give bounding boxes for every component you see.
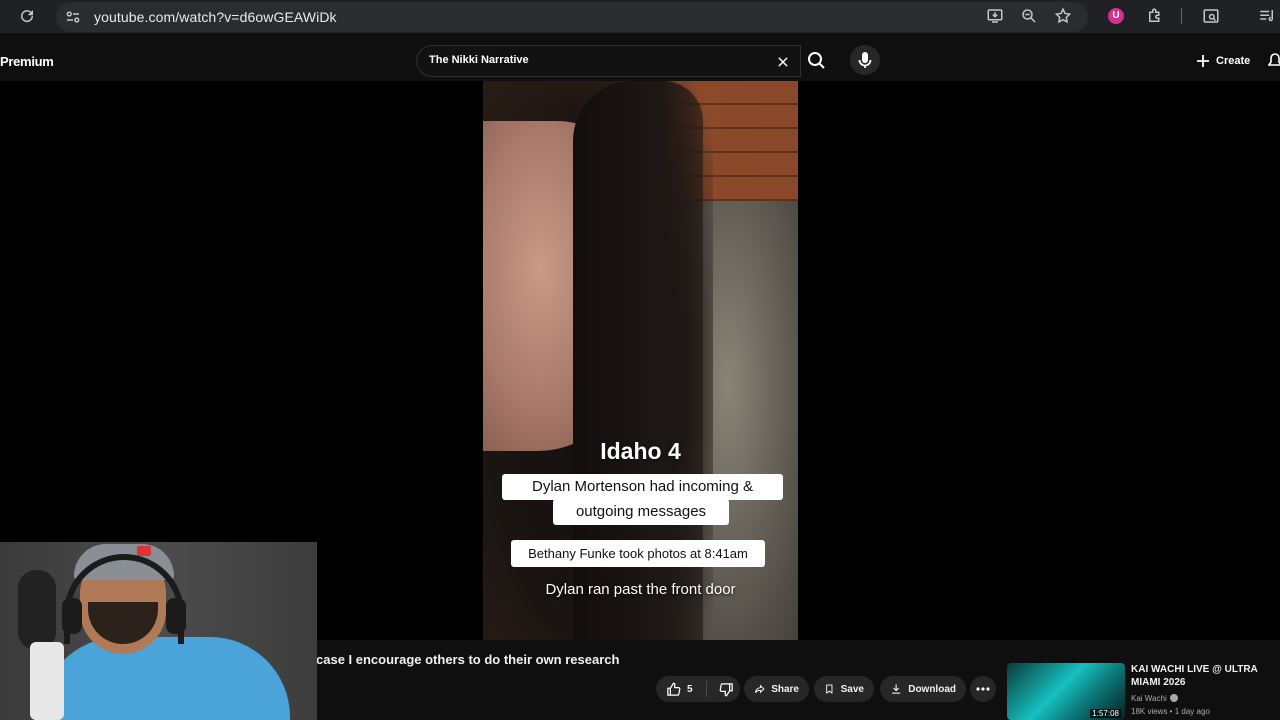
video-description-snippet: case I encourage others to do their own …	[316, 652, 620, 667]
more-horizontal-icon	[976, 687, 990, 691]
like-dislike-group: 5	[656, 676, 740, 702]
headset-left-cup	[62, 598, 82, 634]
toolbar-divider	[1181, 8, 1182, 24]
streamer-webcam-overlay	[0, 542, 317, 720]
save-label: Save	[840, 683, 864, 695]
extensions-puzzle-icon[interactable]	[1146, 7, 1164, 25]
recommended-video-thumbnail[interactable]: 1:57:08	[1007, 663, 1125, 720]
bookmark-icon	[826, 684, 833, 694]
url-text[interactable]: youtube.com/watch?v=d6owGEAWiDk	[94, 9, 337, 25]
verified-icon	[1169, 694, 1178, 702]
reading-list-icon[interactable]	[1258, 7, 1276, 25]
save-button[interactable]: Save	[814, 676, 874, 702]
search-input[interactable]: The Nikki Narrative	[416, 45, 801, 77]
dislike-button[interactable]	[712, 676, 740, 702]
like-button[interactable]: 5	[656, 676, 700, 702]
shirt-shape	[40, 637, 290, 720]
channel-name-text: Kai Wachi	[1131, 694, 1167, 703]
video-player[interactable]: Idaho 4 Dylan Mortenson had incoming & o…	[483, 81, 798, 640]
caption-line-3: Bethany Funke took photos at 8:41am	[511, 540, 765, 567]
site-info-icon[interactable]	[64, 8, 82, 26]
headset-right-cup	[166, 598, 186, 634]
download-icon	[892, 684, 901, 694]
tab-search-icon[interactable]	[1202, 7, 1220, 25]
youtube-header: Premium The Nikki Narrative Create	[0, 41, 1280, 81]
install-app-icon[interactable]	[986, 7, 1004, 25]
search-icon[interactable]	[801, 45, 833, 77]
microphone-icon	[858, 52, 872, 68]
video-overlay-title: Idaho 4	[600, 438, 681, 464]
extension-badge[interactable]: U	[1108, 8, 1124, 24]
microphone-shape	[18, 570, 56, 650]
download-label: Download	[908, 683, 956, 695]
plus-icon	[1197, 55, 1209, 67]
share-button[interactable]: Share	[744, 676, 809, 702]
notifications-bell-icon[interactable]	[1268, 53, 1280, 69]
video-duration: 1:57:08	[1090, 709, 1121, 718]
bookmark-star-icon[interactable]	[1054, 7, 1072, 25]
recommended-channel-name[interactable]: Kai Wachi	[1131, 694, 1178, 703]
share-arrow-icon	[754, 684, 765, 694]
cap-logo-shape	[137, 546, 151, 556]
caption-line-2: outgoing messages	[553, 499, 729, 525]
download-button[interactable]: Download	[880, 676, 966, 702]
create-label: Create	[1216, 55, 1251, 67]
voice-search-button[interactable]	[850, 45, 880, 75]
recommended-video-meta: 18K views • 1 day ago	[1131, 707, 1210, 716]
premium-logo-label[interactable]: Premium	[0, 54, 54, 69]
more-actions-button[interactable]	[970, 676, 996, 702]
thumbs-up-icon	[667, 682, 681, 696]
thumbs-down-icon	[719, 682, 733, 696]
search-query[interactable]: The Nikki Narrative	[429, 54, 529, 66]
create-button[interactable]: Create	[1196, 50, 1250, 72]
address-bar[interactable]: youtube.com/watch?v=d6owGEAWiDk	[56, 2, 1088, 32]
share-label: Share	[771, 683, 799, 695]
like-count: 5	[687, 683, 693, 695]
reload-icon[interactable]	[18, 7, 36, 25]
caption-line-1: Dylan Mortenson had incoming &	[502, 474, 783, 500]
browser-toolbar: youtube.com/watch?v=d6owGEAWiDk U	[0, 0, 1280, 33]
mic-stand-shape	[30, 642, 64, 720]
zoom-icon[interactable]	[1020, 7, 1038, 25]
recommended-video-title[interactable]: KAI WACHI LIVE @ ULTRA MIAMI 2026	[1131, 663, 1271, 689]
caption-line-4: Dylan ran past the front door	[545, 581, 736, 598]
close-icon[interactable]	[776, 55, 790, 69]
like-divider	[705, 681, 707, 697]
